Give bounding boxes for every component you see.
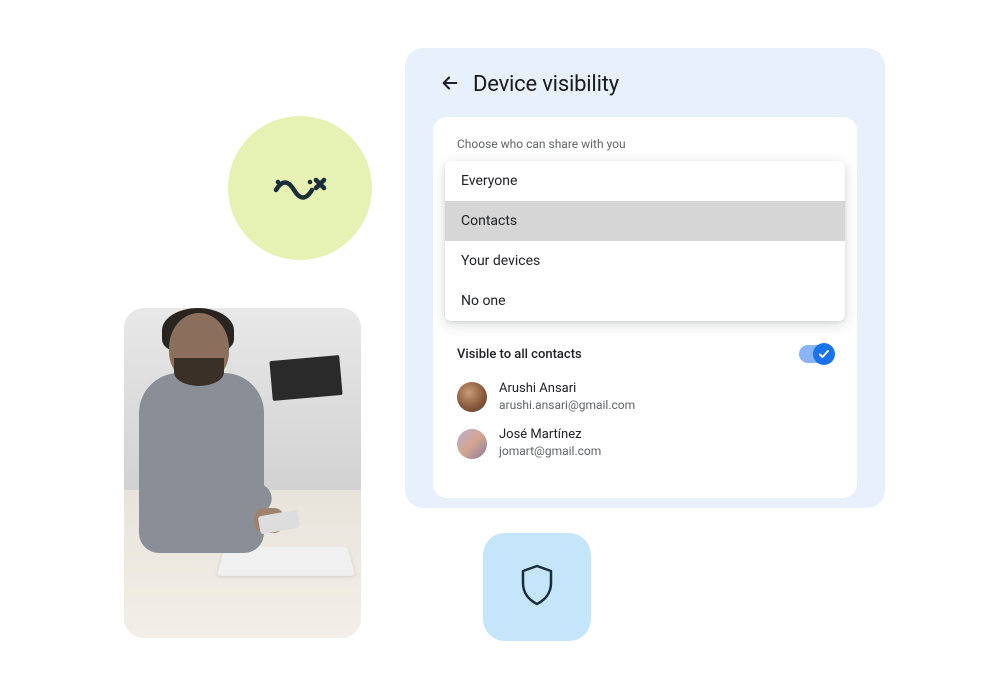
avatar: [457, 382, 487, 412]
panel-header: Device visibility: [439, 72, 857, 97]
back-button[interactable]: [439, 74, 461, 96]
toggle-knob: [813, 343, 835, 365]
contact-name: José Martínez: [499, 427, 601, 444]
contact-email: arushi.ansari@gmail.com: [499, 398, 635, 414]
contact-name: Arushi Ansari: [499, 381, 635, 398]
option-no-one[interactable]: No one: [445, 281, 845, 321]
visible-to-all-toggle[interactable]: [799, 345, 833, 363]
visible-to-all-label: Visible to all contacts: [457, 347, 582, 362]
option-everyone[interactable]: Everyone: [445, 161, 845, 201]
decorative-photo: [124, 308, 361, 638]
contact-info: Arushi Ansari arushi.ansari@gmail.com: [499, 381, 635, 413]
visible-to-all-row: Visible to all contacts: [457, 345, 833, 363]
option-your-devices[interactable]: Your devices: [445, 241, 845, 281]
contact-info: José Martínez jomart@gmail.com: [499, 427, 601, 459]
check-icon: [818, 345, 830, 364]
contact-row[interactable]: José Martínez jomart@gmail.com: [457, 427, 833, 459]
decorative-green-circle: [228, 116, 372, 260]
contact-email: jomart@gmail.com: [499, 444, 601, 460]
avatar: [457, 429, 487, 459]
device-visibility-panel: Device visibility Choose who can share w…: [405, 48, 885, 508]
wave-icon: [272, 172, 328, 204]
settings-card: Choose who can share with you Everyone C…: [433, 117, 857, 498]
page-title: Device visibility: [473, 72, 619, 97]
share-section-label: Choose who can share with you: [457, 137, 833, 151]
shield-tile: [483, 533, 591, 641]
visibility-dropdown: Everyone Contacts Your devices No one: [445, 161, 845, 321]
contact-row[interactable]: Arushi Ansari arushi.ansari@gmail.com: [457, 381, 833, 413]
shield-icon: [519, 564, 555, 610]
option-contacts[interactable]: Contacts: [445, 201, 845, 241]
arrow-left-icon: [439, 72, 461, 98]
